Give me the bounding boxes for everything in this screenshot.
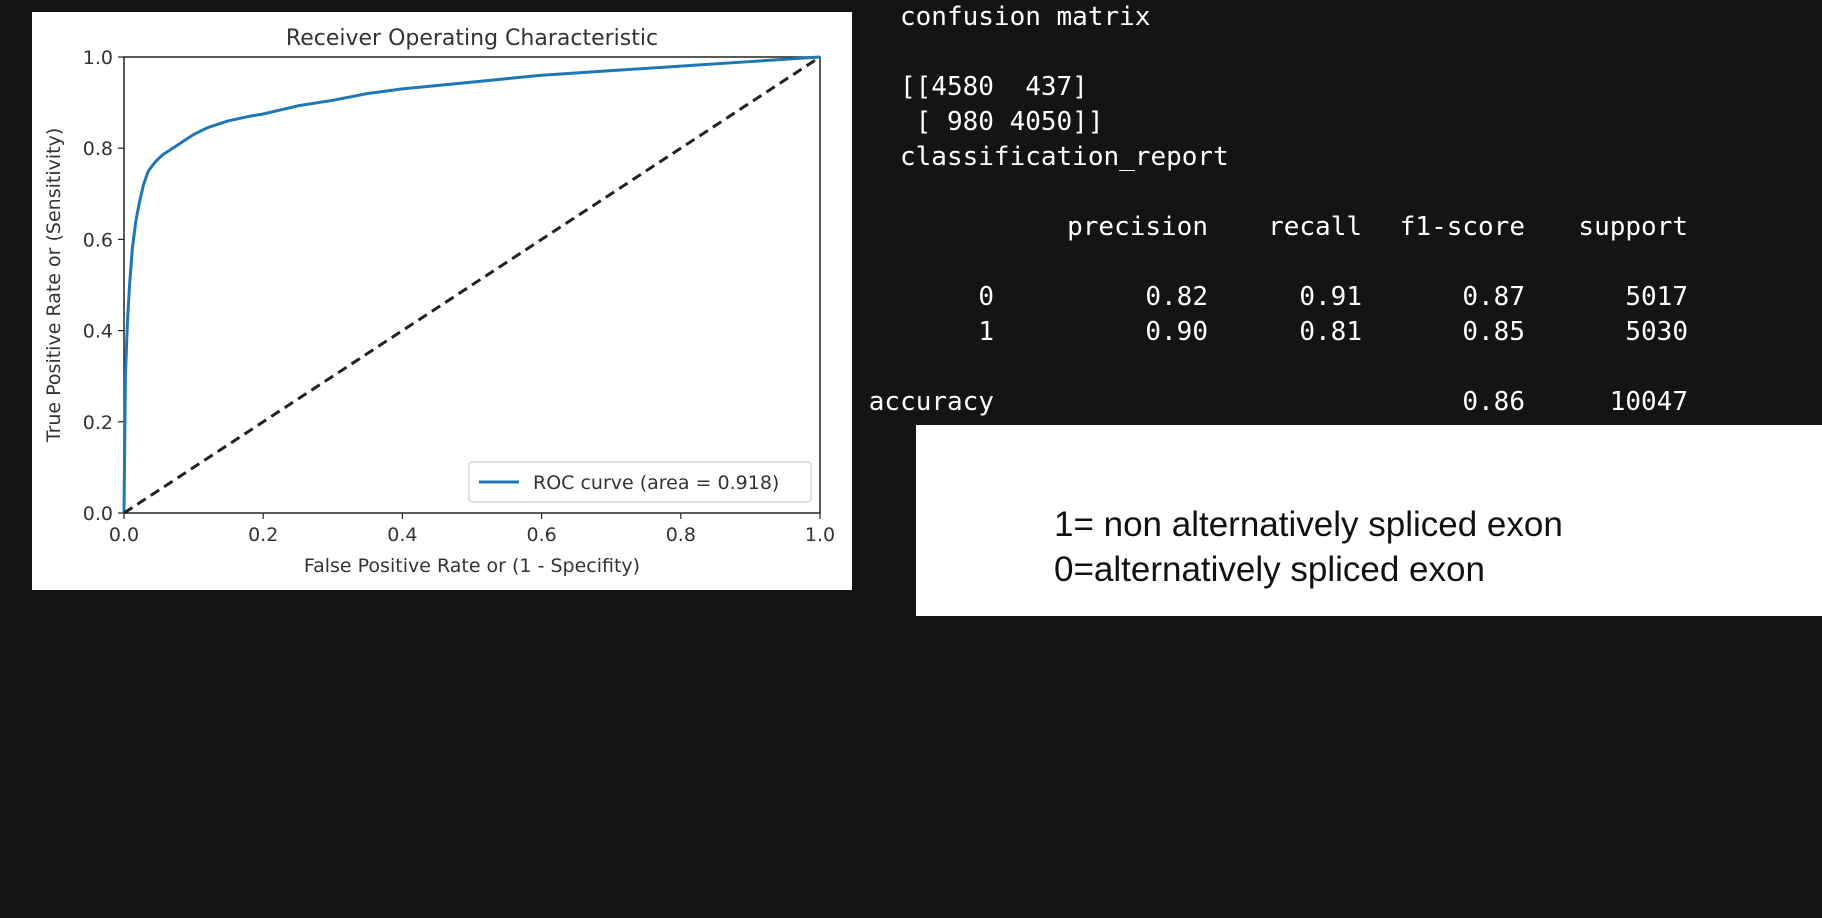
- x-tick-label: 0.0: [109, 524, 139, 546]
- legend-notes-panel: 1= non alternatively spliced exon 0=alte…: [916, 425, 1822, 616]
- report-accuracy-f1: 0.86: [1462, 387, 1525, 417]
- report-cell: 0.82: [1145, 282, 1208, 312]
- note-label-1: 1= non alternatively spliced exon: [1054, 505, 1563, 544]
- report-cell: 0.87: [1462, 282, 1525, 312]
- chance-diagonal-line: [123, 55, 821, 515]
- report-cell: 5017: [1625, 282, 1688, 312]
- confusion-matrix-title: confusion matrix: [900, 2, 1151, 32]
- report-cell: 5030: [1625, 317, 1688, 347]
- report-row-label: 0: [978, 282, 994, 312]
- x-tick-label: 0.4: [387, 524, 417, 546]
- y-tick-label: 0.2: [83, 412, 113, 434]
- y-tick-label: 0.4: [83, 321, 113, 343]
- report-header-recall: recall: [1268, 212, 1362, 242]
- chart-title: Receiver Operating Characteristic: [286, 26, 658, 51]
- report-cell: 0.85: [1462, 317, 1525, 347]
- x-tick-label: 0.2: [248, 524, 278, 546]
- classification-report-title: classification_report: [900, 142, 1229, 172]
- y-tick-label: 0.6: [83, 229, 113, 251]
- x-tick-label: 1.0: [805, 524, 835, 546]
- report-header-f1-score: f1-score: [1399, 212, 1525, 242]
- x-tick-label: 0.8: [666, 524, 696, 546]
- report-accuracy-support: 10047: [1609, 387, 1688, 417]
- y-tick-label: 0.0: [83, 503, 113, 525]
- report-row-label: 1: [978, 317, 994, 347]
- report-cell: 0.81: [1299, 317, 1362, 347]
- confusion-matrix-row: [ 980 4050]]: [900, 107, 1104, 137]
- report-header-precision: precision: [1067, 212, 1208, 242]
- y-tick-label: 1.0: [83, 47, 113, 69]
- report-header-support: support: [1578, 212, 1688, 242]
- roc-chart: Receiver Operating Characteristic 0.0 0.2…: [43, 26, 835, 577]
- note-label-0: 0=alternatively spliced exon: [1054, 550, 1485, 589]
- report-accuracy-label: accuracy: [868, 387, 994, 417]
- report-cell: 0.91: [1299, 282, 1362, 312]
- x-axis-label: False Positive Rate or (1 - Specifity): [304, 555, 640, 577]
- x-tick-label: 0.6: [526, 524, 556, 546]
- legend: ROC curve (area = 0.918): [468, 461, 812, 503]
- y-tick-label: 0.8: [83, 138, 113, 160]
- roc-chart-panel: Receiver Operating Characteristic 0.0 0.2…: [32, 12, 852, 590]
- legend-label: ROC curve (area = 0.918): [533, 472, 779, 494]
- confusion-matrix-row: [[4580 437]: [900, 72, 1088, 102]
- report-cell: 0.90: [1145, 317, 1208, 347]
- y-axis-label: True Positive Rate or (Sensitivity): [43, 128, 65, 444]
